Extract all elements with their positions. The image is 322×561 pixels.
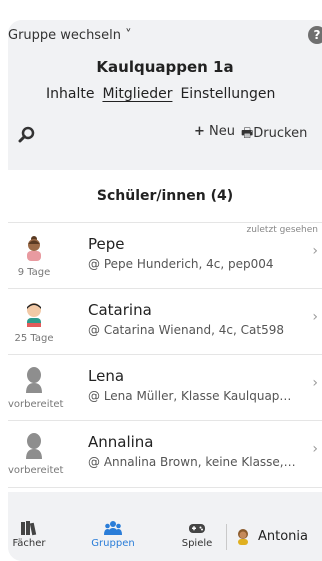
member-row-catarina[interactable]: 25 Tage Catarina @ Catarina Wienand, 4c,… xyxy=(8,288,322,355)
chevron-right-icon: › xyxy=(312,441,318,457)
toolbar: + Neu 🖶Drucken xyxy=(8,124,322,154)
chevron-right-icon: › xyxy=(312,309,318,325)
member-name: Catarina xyxy=(88,301,152,319)
group-switch-dropdown[interactable]: Gruppe wechseln ˅ xyxy=(8,28,132,43)
tab-inhalte[interactable]: Inhalte xyxy=(46,86,94,102)
member-row-annalina[interactable]: vorbereitet Annalina @ Annalina Brown, k… xyxy=(8,420,322,488)
search-icon[interactable] xyxy=(18,126,36,144)
header: Gruppe wechseln ˅ ? Kaulquappen 1a Inhal… xyxy=(8,20,322,170)
member-name: Annalina xyxy=(88,433,154,451)
avatar-icon xyxy=(27,303,41,327)
divider xyxy=(226,524,227,550)
plus-icon: + xyxy=(194,124,205,139)
chevron-right-icon: › xyxy=(312,375,318,391)
gamepad-icon xyxy=(189,524,205,533)
bottom-navigation: Fächer Gruppen Spiele Antonia xyxy=(8,514,322,561)
print-button[interactable]: 🖶Drucken xyxy=(241,124,307,146)
member-row-lena[interactable]: vorbereitet Lena @ Lena Müller, Klasse K… xyxy=(8,354,322,421)
user-name: Antonia xyxy=(258,528,309,544)
avatar-placeholder-icon xyxy=(26,433,42,459)
member-list: Schüler/innen (4) zuletzt gesehen 9 Tage… xyxy=(8,170,322,492)
member-detail: @ Catarina Wienand, 4c, Cat598 xyxy=(88,323,284,337)
member-detail: @ Lena Müller, Klasse Kaulquap… xyxy=(88,389,292,403)
help-icon[interactable]: ? xyxy=(308,26,322,44)
member-name: Pepe xyxy=(88,235,125,253)
last-seen-label: zuletzt gesehen xyxy=(246,225,318,235)
user-avatar-icon xyxy=(238,529,248,545)
avatar-placeholder-icon xyxy=(26,367,42,393)
nav-faecher[interactable]: Fächer xyxy=(8,520,54,549)
member-status: vorbereitet xyxy=(8,399,64,410)
member-status: vorbereitet xyxy=(8,465,64,476)
group-title: Kaulquappen 1a xyxy=(96,58,234,76)
nav-gruppen[interactable]: Gruppen xyxy=(88,520,138,549)
user-profile-button[interactable]: Antonia xyxy=(234,527,308,545)
tab-mitglieder[interactable]: Mitglieder xyxy=(102,86,172,102)
section-title: Schüler/innen (4) xyxy=(96,188,234,204)
printer-icon: 🖶 xyxy=(241,126,254,141)
new-button[interactable]: + Neu xyxy=(194,124,235,146)
tab-bar: Inhalte Mitglieder Einstellungen xyxy=(46,86,275,102)
member-row-pepe[interactable]: zuletzt gesehen 9 Tage Pepe @ Pepe Hunde… xyxy=(8,222,322,289)
nav-spiele[interactable]: Spiele xyxy=(172,520,222,549)
app-window: Gruppe wechseln ˅ ? Kaulquappen 1a Inhal… xyxy=(8,20,322,561)
books-icon xyxy=(21,521,37,536)
member-status: 9 Tage xyxy=(17,267,51,278)
member-name: Lena xyxy=(88,367,125,385)
chevron-right-icon: › xyxy=(312,243,318,259)
member-detail: @ Pepe Hunderich, 4c, pep004 xyxy=(88,257,274,271)
tab-einstellungen[interactable]: Einstellungen xyxy=(180,86,275,102)
member-status: 25 Tage xyxy=(14,333,54,344)
member-detail: @ Annalina Brown, keine Klasse, lr1 xyxy=(88,455,298,469)
group-icon xyxy=(104,521,122,535)
avatar-icon xyxy=(27,236,41,261)
